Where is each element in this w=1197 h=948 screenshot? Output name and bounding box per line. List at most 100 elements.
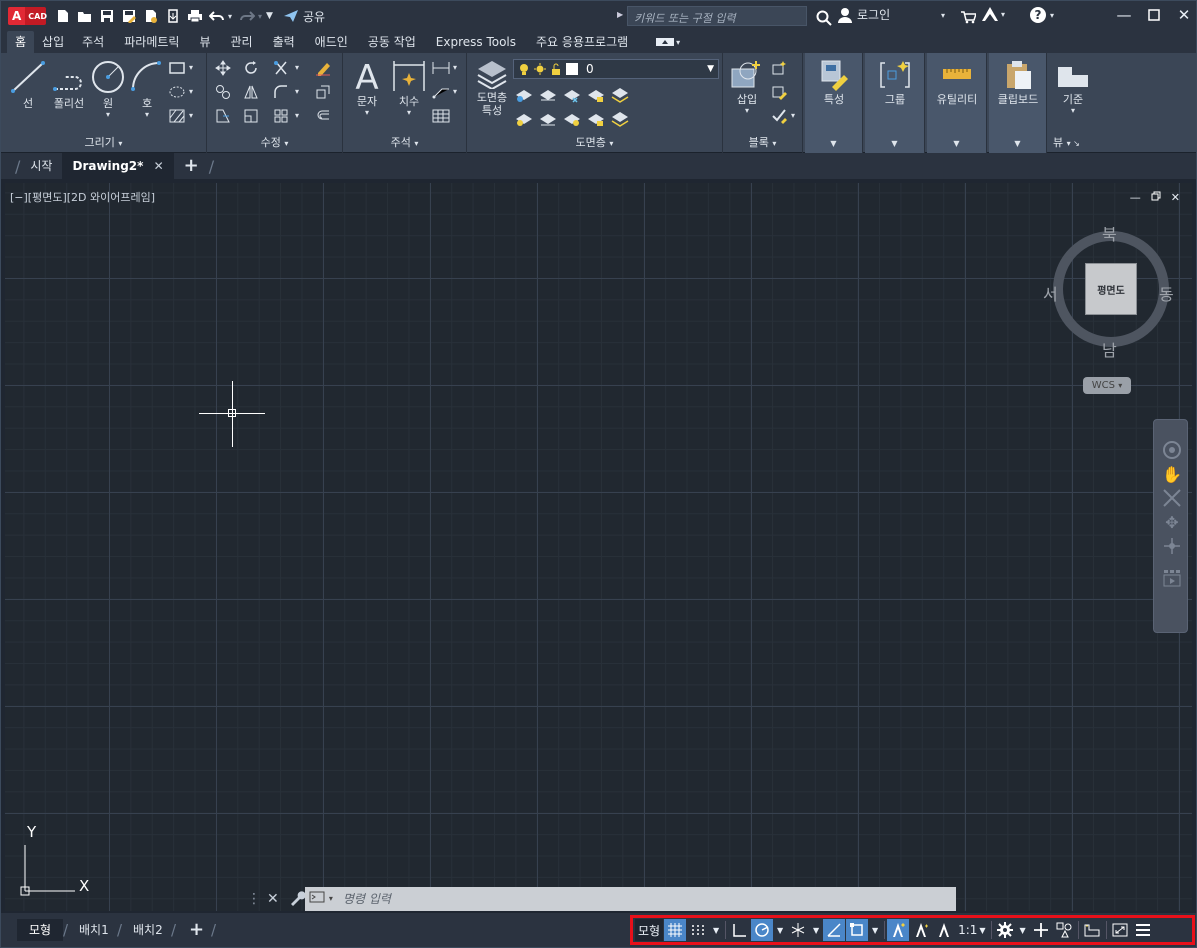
ribbon-minimize-button[interactable]: ▾ — [656, 37, 680, 47]
login-button[interactable]: 로그인 — [837, 6, 890, 23]
line-button[interactable]: 선 — [9, 59, 47, 110]
search-expand-icon[interactable]: ▶ — [617, 10, 623, 19]
pan-hand-icon[interactable]: ✋ — [1162, 464, 1182, 484]
rotate-icon[interactable] — [241, 59, 261, 77]
groups-expand[interactable]: ▼ — [865, 135, 924, 151]
properties-expand[interactable]: ▼ — [805, 135, 862, 151]
leader-dropdown-icon[interactable]: ▾ — [453, 87, 457, 96]
open-folder-icon[interactable] — [74, 5, 96, 27]
app-logo[interactable]: A CAD — [8, 7, 47, 25]
circle-button[interactable]: 원 ▾ — [89, 59, 127, 119]
publish-icon[interactable] — [140, 5, 162, 27]
close-tab-icon[interactable]: ✕ — [154, 159, 164, 173]
linear-dim-icon[interactable] — [431, 59, 451, 77]
command-customize-icon[interactable] — [289, 890, 306, 909]
viewcube[interactable]: 평면도 북 남 동 서 — [1043, 223, 1175, 360]
tab-view[interactable]: 뷰 — [189, 31, 220, 53]
copy-icon[interactable] — [213, 83, 233, 101]
ellipse-dropdown-icon[interactable]: ▾ — [189, 87, 193, 96]
annotation-visibility-icon[interactable] — [887, 919, 910, 941]
polar-tracking-icon[interactable] — [751, 919, 774, 941]
close-icon[interactable]: ✕ — [1176, 5, 1192, 25]
layer-freeze-icon[interactable] — [563, 87, 581, 103]
clipboard-expand[interactable]: ▼ — [989, 135, 1046, 151]
properties-button[interactable]: 특성 — [814, 59, 854, 106]
fillet-icon[interactable] — [271, 83, 291, 101]
array-icon[interactable] — [271, 107, 291, 125]
layer-off-icon[interactable] — [515, 87, 533, 103]
login-dropdown-icon[interactable]: ▾ — [941, 11, 945, 20]
showmotion-icon[interactable] — [1162, 568, 1182, 588]
compass-east[interactable]: 동 — [1159, 281, 1174, 305]
save-as-icon[interactable] — [118, 5, 140, 27]
viewport-controls-label[interactable]: [−][평면도][2D 와이어프레임] — [10, 189, 155, 205]
tab-output[interactable]: 출력 — [263, 31, 305, 53]
model-tab[interactable]: 모형 — [17, 919, 64, 941]
new-tab-plus-icon[interactable]: + — [174, 153, 209, 179]
hatch-dropdown-icon[interactable]: ▾ — [189, 111, 193, 120]
cart-icon[interactable] — [957, 6, 979, 28]
help-button[interactable]: ? ▾ — [1029, 6, 1054, 24]
move-icon[interactable] — [213, 59, 233, 77]
maximize-icon[interactable] — [1146, 5, 1162, 25]
search-input[interactable]: 키워드 또는 구절 입력 — [627, 6, 807, 26]
erase-icon[interactable] — [313, 59, 333, 77]
layer-isolate-icon[interactable] — [539, 87, 557, 103]
steering-wheel-icon[interactable] — [1162, 440, 1182, 460]
clean-screen-icon[interactable] — [1109, 919, 1131, 941]
orbit-icon[interactable]: ✥ — [1162, 512, 1182, 532]
group-button[interactable]: 그룹 — [875, 59, 915, 106]
redo-dropdown-icon[interactable]: ▾ — [258, 12, 262, 21]
layer-on-all-icon[interactable] — [515, 111, 533, 127]
recent-commands-icon[interactable]: ▾ — [309, 887, 333, 911]
tab-express-tools[interactable]: Express Tools — [426, 31, 526, 53]
edit-attributes-icon[interactable] — [769, 107, 789, 125]
auto-scale-icon[interactable] — [910, 919, 932, 941]
hatch-pattern-icon[interactable] — [167, 107, 187, 125]
share-button[interactable]: 공유 — [283, 8, 325, 25]
tab-featured-apps[interactable]: 주요 응용프로그램 — [526, 31, 638, 53]
mirror-icon[interactable] — [241, 83, 261, 101]
wcs-menu[interactable]: WCS ▾ — [1083, 377, 1131, 394]
compass-west[interactable]: 서 — [1043, 281, 1058, 305]
print-icon[interactable] — [184, 5, 206, 27]
search-icon[interactable] — [813, 7, 835, 29]
layer-match-icon[interactable] — [539, 111, 557, 127]
annotation-scale-icon[interactable] — [933, 919, 955, 941]
orbit-dropdown-icon[interactable] — [1162, 536, 1182, 556]
stretch-icon[interactable] — [213, 107, 233, 125]
layer-unlock-all-icon[interactable] — [587, 111, 605, 127]
viewport-restore-icon[interactable] — [1151, 191, 1161, 204]
linear-dim-dropdown-icon[interactable]: ▾ — [453, 63, 457, 72]
undo-icon[interactable] — [206, 5, 228, 27]
command-close-icon[interactable]: ✕ — [267, 891, 279, 907]
tab-insert[interactable]: 삽입 — [34, 31, 72, 53]
fillet-dropdown-icon[interactable]: ▾ — [295, 87, 299, 96]
tab-home[interactable]: 홈 — [7, 31, 35, 53]
draw-panel-title[interactable]: 그리기 ▾ — [1, 135, 206, 151]
start-tab[interactable]: 시작 — [20, 153, 62, 179]
tab-parametric[interactable]: 파라메트릭 — [114, 31, 189, 53]
layer-lock-icon[interactable] — [587, 87, 605, 103]
viewport-close-icon[interactable]: ✕ — [1171, 191, 1180, 204]
drawing-tab[interactable]: Drawing2* ✕ — [62, 153, 174, 179]
layer-copy-icon[interactable] — [611, 111, 629, 127]
scale-icon[interactable] — [241, 107, 261, 125]
rectangle-dropdown-icon[interactable]: ▾ — [189, 63, 193, 72]
hatch-icon[interactable] — [167, 83, 187, 101]
annotation-scale-value[interactable]: 1:1 ▼ — [956, 919, 987, 941]
clipboard-button[interactable]: 클립보드 — [991, 59, 1045, 106]
plus-icon[interactable] — [1030, 919, 1052, 941]
table-icon[interactable] — [431, 107, 451, 125]
leader-icon[interactable] — [431, 83, 451, 101]
tab-manage[interactable]: 관리 — [220, 31, 262, 53]
polyline-button[interactable]: 폴리선 — [47, 59, 91, 110]
import-icon[interactable] — [162, 5, 184, 27]
tab-collaborate[interactable]: 공동 작업 — [358, 31, 426, 53]
grid-icon[interactable] — [664, 919, 687, 941]
offset-icon[interactable] — [313, 107, 333, 125]
compass-south[interactable]: 남 — [1102, 337, 1117, 361]
text-button[interactable]: A 문자 ▾ — [349, 57, 385, 117]
layer-thaw-all-icon[interactable] — [563, 111, 581, 127]
explode-icon[interactable] — [313, 83, 333, 101]
